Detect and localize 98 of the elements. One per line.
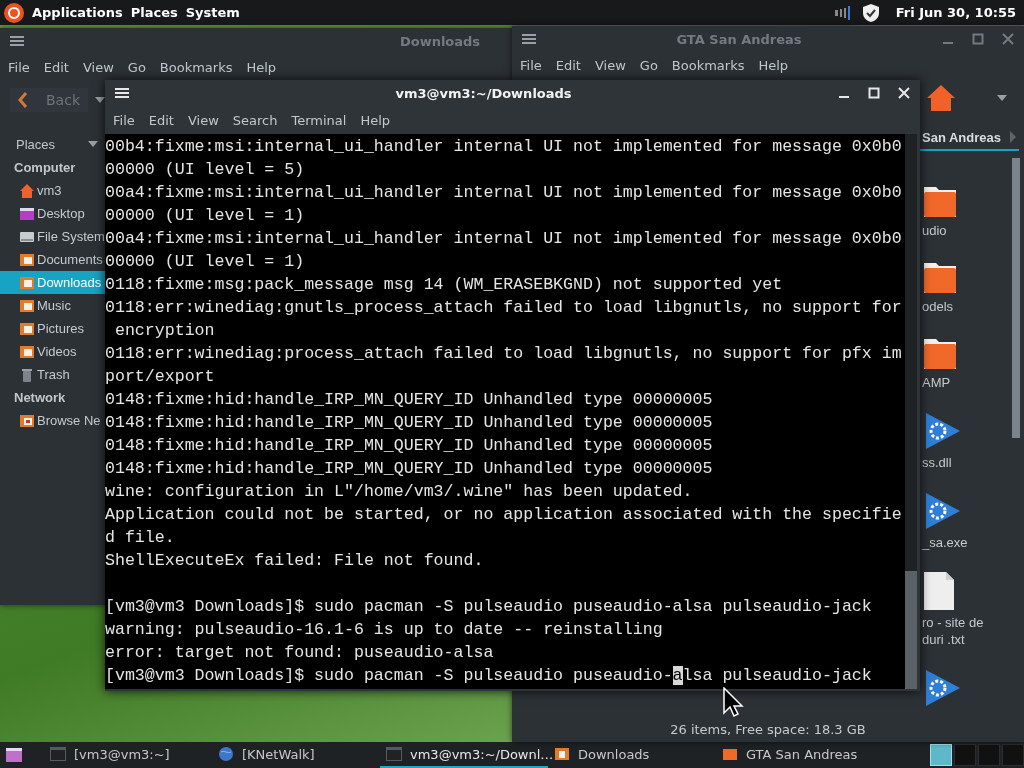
logo-icon[interactable]: [4, 2, 24, 23]
menu-item[interactable]: Help: [360, 112, 391, 128]
menu-icon[interactable]: [522, 33, 536, 45]
panel-menu[interactable]: Places: [130, 5, 178, 20]
menu-item[interactable]: File: [113, 112, 135, 128]
caret-icon[interactable]: [94, 96, 106, 104]
sidebar-heading: Computer: [13, 159, 77, 177]
file-name[interactable]: odels: [922, 298, 954, 315]
taskbar-item[interactable]: [KNetWalk]: [212, 742, 380, 768]
window-title: GTA San Andreas: [676, 31, 802, 47]
menu-item[interactable]: Help: [758, 57, 789, 73]
terminal-line: [vm3@vm3 Downloads]$ sudo pacman -S pulseaudio puseaudio-alsa pulseaudio-jack: [105, 665, 873, 687]
terminal-line: encryption: [113, 320, 216, 342]
sidebar-item[interactable]: Documents: [0, 248, 105, 271]
file-name[interactable]: _sa.exe: [922, 534, 968, 551]
document-icon: [922, 571, 956, 611]
terminal-line: 00a4:fixme:msi:internal_ui_handler internal UI not implemented for message 0x0b0: [105, 182, 903, 204]
folder-icon: [19, 412, 35, 429]
terminal-line: 00b4:fixme:msi:internal_ui_handler internal UI not implemented for message 0x0b0: [105, 136, 903, 158]
menu-item[interactable]: Edit: [43, 59, 69, 75]
sidebar-item[interactable]: Videos: [0, 340, 105, 363]
menu-item[interactable]: Bookmarks: [671, 57, 745, 73]
file-name[interactable]: AMP: [922, 374, 951, 391]
terminal-line: 00000 (UI level = 1): [105, 205, 306, 227]
menu-item[interactable]: Help: [246, 59, 277, 75]
terminal-line: ShellExecuteEx failed: File not found.: [105, 550, 485, 572]
home-icon: [19, 182, 35, 199]
panel-menu[interactable]: Applications: [32, 5, 123, 20]
caret-icon[interactable]: [996, 94, 1008, 102]
menu-item[interactable]: Terminal: [291, 112, 347, 128]
caret-icon[interactable]: [87, 140, 99, 148]
menu-item[interactable]: View: [594, 57, 626, 73]
globe-icon: [218, 746, 234, 762]
terminal-icon: [386, 747, 402, 761]
terminal-line: 00a4:fixme:msi:internal_ui_handler internal UI not implemented for message 0x0b0: [105, 228, 903, 250]
file-name[interactable]: ss.dll: [922, 454, 952, 471]
terminal-line: 0148:fixme:hid:handle_IRP_MN_QUERY_ID Unhandled type 00000005: [105, 458, 714, 480]
folder-icon: [19, 274, 35, 291]
menu-item[interactable]: File: [8, 59, 30, 75]
file-name[interactable]: udio: [922, 222, 947, 239]
sidebar-item[interactable]: Desktop: [0, 202, 105, 225]
sidebar-item[interactable]: vm3: [0, 179, 105, 202]
menu-item[interactable]: Edit: [555, 57, 581, 73]
folder-icon: [19, 343, 35, 360]
desktop-icon: [19, 205, 35, 222]
folder-icon: [19, 297, 35, 314]
terminal-line: [vm3@vm3 Downloads]$ sudo pacman -S pulseaudio puseaudio-alsa pulseaudio-jack: [105, 596, 873, 618]
file-name[interactable]: ro - site de duri .txt: [922, 614, 1006, 648]
sidebar-item[interactable]: Music: [0, 294, 105, 317]
terminal-line: 0118:fixme:msg:pack_message msg 14 (WM_ERASEBKGND) not supported yet: [105, 274, 784, 296]
terminal-line: d file.: [105, 527, 176, 549]
sidebar-item[interactable]: Browse Ne: [0, 409, 105, 432]
terminal-line: error: target not found: puseaudio-alsa: [105, 642, 495, 664]
status-text: 26 items, Free space: 18.3 GB: [669, 722, 867, 739]
terminal-line: 00000 (UI level = 1): [105, 251, 306, 273]
terminal-line: 0148:fixme:hid:handle_IRP_MN_QUERY_ID Unhandled type 00000005: [105, 389, 714, 411]
terminal-line: wine: configuration in L"/home/vm3/.wine" has been updated.: [105, 481, 694, 503]
terminal-line: 0118:err:winediag:process_attach failed to load libgnutls, no support for pfx im: [105, 343, 903, 365]
places-label[interactable]: Places: [16, 136, 56, 152]
scrollbar[interactable]: [905, 571, 917, 689]
menu-item[interactable]: Edit: [148, 112, 174, 128]
panel-menu[interactable]: System: [185, 5, 240, 20]
window-title: Downloads: [399, 33, 481, 49]
scrollbar[interactable]: [1012, 158, 1020, 438]
terminal-line: Application could not be started, or no application associated with the specifie: [105, 504, 903, 526]
menu-item[interactable]: Go: [127, 59, 146, 75]
terminal-line: 00000 (UI level = 5): [105, 159, 306, 181]
sidebar-item[interactable]: File System: [0, 225, 105, 248]
sidebar-item[interactable]: Pictures: [0, 317, 105, 340]
sidebar-item[interactable]: Trash: [0, 363, 105, 386]
window-title: vm3@vm3:~/Downloads: [395, 85, 572, 101]
terminal-line: warning: pulseaudio-16.1-6 is up to date -- reinstalling: [105, 619, 664, 641]
menu-item[interactable]: View: [82, 59, 114, 75]
chevron-left-icon: [18, 92, 28, 108]
menu-icon[interactable]: [115, 87, 129, 99]
folder-icon: [722, 746, 738, 762]
folder-icon: [19, 320, 35, 337]
menu-item[interactable]: View: [187, 112, 219, 128]
terminal-line: port/export: [105, 366, 216, 388]
sidebar-heading: Network: [13, 389, 67, 407]
menu-item[interactable]: File: [520, 57, 542, 73]
chevron-right-icon: [1009, 130, 1017, 144]
menu-item[interactable]: Go: [639, 57, 658, 73]
taskbar-item[interactable]: [vm3@vm3:~]: [44, 742, 212, 768]
home-icon[interactable]: [926, 83, 956, 113]
clock[interactable]: Fri Jun 30, 10:55: [895, 5, 1016, 20]
terminal-line: 0148:fixme:hid:handle_IRP_MN_QUERY_ID Unhandled type 00000005: [105, 435, 714, 457]
terminal-line: 0118:err:winediag:gnutls_process_attach failed to load libgnutls, no support for: [105, 297, 903, 319]
menu-icon[interactable]: [10, 35, 24, 47]
menu-item[interactable]: Bookmarks: [159, 59, 233, 75]
trash-icon: [19, 366, 35, 383]
folder-icon: [554, 746, 570, 762]
terminal-icon: [50, 747, 66, 761]
terminal-line: 0148:fixme:hid:handle_IRP_MN_QUERY_ID Unhandled type 00000005: [105, 412, 714, 434]
taskbar-item[interactable]: GTA San Andreas: [716, 742, 884, 768]
folder-icon: [19, 251, 35, 268]
shield-icon[interactable]: [861, 2, 880, 23]
menu-item[interactable]: Search: [232, 112, 278, 128]
